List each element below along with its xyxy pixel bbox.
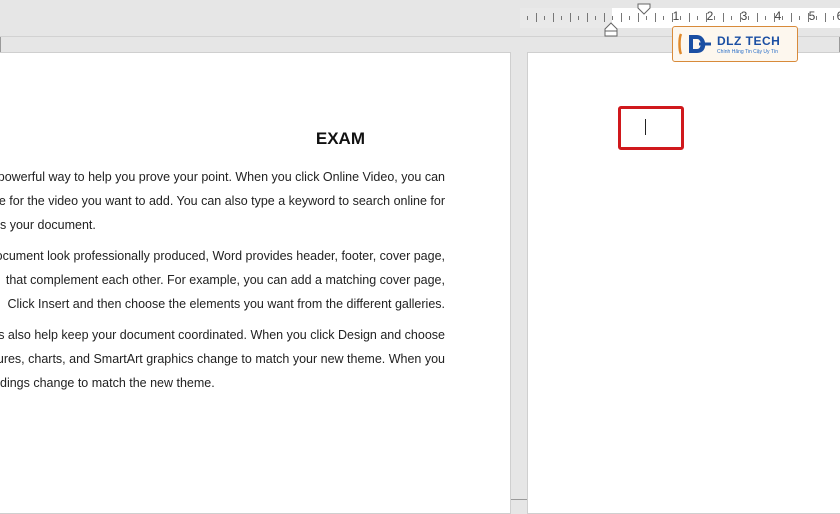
ruler-tick <box>663 16 664 20</box>
document-line: document look professionally produced, W… <box>0 249 445 263</box>
document-line: s your document. <box>0 218 96 232</box>
ruler-tick <box>536 13 537 22</box>
ruler-tick <box>595 16 596 20</box>
ruler-tick <box>612 16 613 20</box>
ruler-label-4: 4 <box>774 9 782 23</box>
first-line-indent-marker-icon[interactable] <box>637 3 651 15</box>
dlz-logo-mark-icon <box>678 33 711 55</box>
ruler-tick <box>646 16 647 20</box>
ruler-label-1: 1 <box>672 9 680 23</box>
dlz-tech-logo: DLZ TECH Chính Hãng Tin Cậy Uy Tín <box>672 26 798 62</box>
ruler-label-3: 3 <box>740 9 748 23</box>
document-title: EXAM <box>315 129 365 148</box>
ruler-label-6: 6 <box>834 9 840 23</box>
ruler-tick <box>731 16 732 20</box>
document-line: ode for the video you want to add. You c… <box>0 194 445 208</box>
text-cursor <box>645 119 646 135</box>
cursor-highlight-box <box>618 106 684 150</box>
ruler-tick <box>697 16 698 20</box>
ruler-tick <box>757 13 758 22</box>
ruler-tick <box>825 13 826 22</box>
ruler-tick <box>791 13 792 22</box>
document-line: a powerful way to help you prove your po… <box>0 170 445 184</box>
ruler-tick <box>553 13 554 22</box>
document-line: dings change to match the new theme. <box>0 376 215 390</box>
hanging-indent-marker-icon[interactable] <box>603 22 619 38</box>
document-line: that complement each other. For example,… <box>5 273 445 287</box>
ruler-tick <box>587 13 588 22</box>
ruler-label-2: 2 <box>706 9 714 23</box>
ruler-tick <box>799 16 800 20</box>
ruler-tick <box>570 13 571 22</box>
logo-name: DLZ TECH <box>717 34 781 48</box>
ruler-tick <box>765 16 766 20</box>
document-line: yles also help keep your document coordi… <box>0 328 445 342</box>
ruler-tick <box>621 13 622 22</box>
logo-tagline: Chính Hãng Tin Cậy Uy Tín <box>717 49 779 55</box>
document-line: ctures, charts, and SmartArt graphics ch… <box>0 352 445 366</box>
ruler-label-5: 5 <box>808 9 816 23</box>
ruler-tick <box>578 16 579 20</box>
ruler-tick <box>527 16 528 20</box>
ruler-margin-area <box>520 8 612 28</box>
ruler-tick <box>561 16 562 20</box>
ruler-tick <box>723 13 724 22</box>
ruler-tick <box>544 16 545 20</box>
ruler-tick <box>604 13 605 22</box>
ruler-tick <box>689 13 690 22</box>
ruler-tick <box>629 16 630 20</box>
ruler-tick <box>655 13 656 22</box>
document-line: Click Insert and then choose the element… <box>7 297 445 311</box>
